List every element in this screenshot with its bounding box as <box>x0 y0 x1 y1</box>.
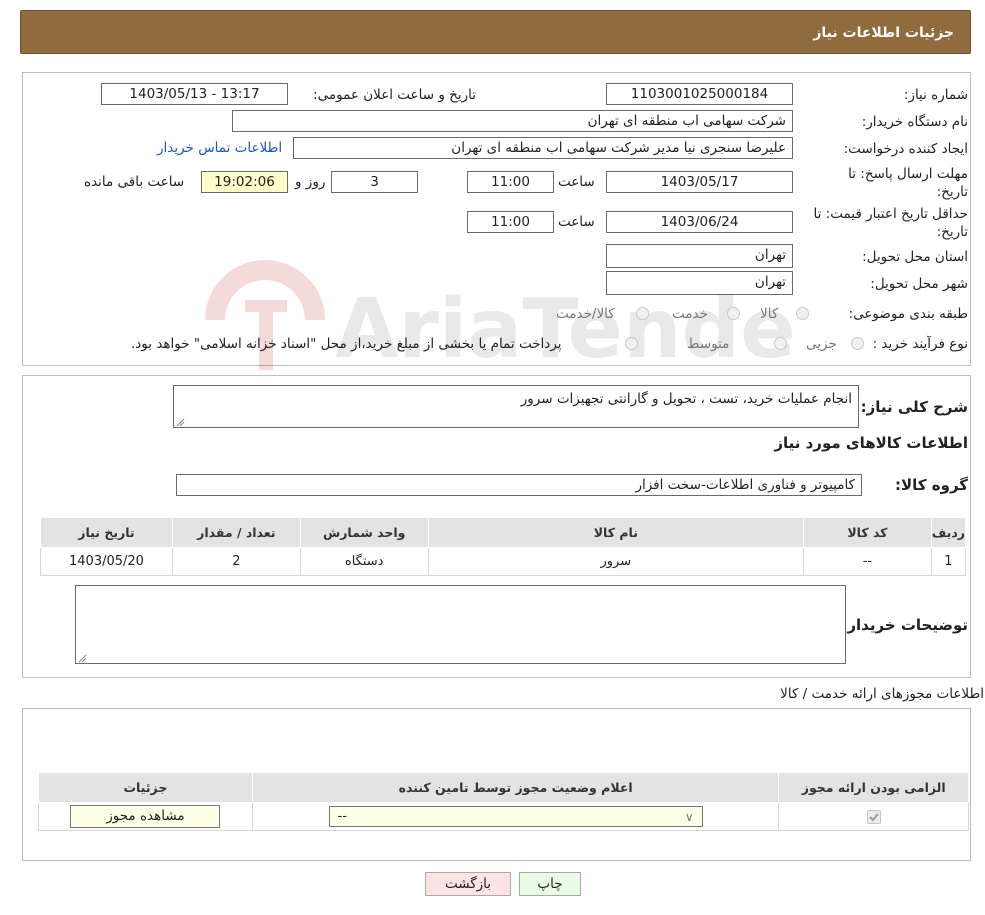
creator-label: ایجاد کننده درخواست: <box>843 141 968 157</box>
days-label: روز و <box>295 174 326 190</box>
deadline-time-label: ساعت <box>558 174 595 190</box>
treasury-note-radio[interactable] <box>625 337 638 350</box>
watermark-text: AriaTender.neT <box>335 282 795 377</box>
city-field: تهران <box>606 271 793 295</box>
validity-time-field: 11:00 <box>467 211 554 233</box>
announce-label: تاریخ و ساعت اعلان عمومی: <box>313 87 476 103</box>
purchase-small-label: جزیی <box>806 336 837 352</box>
col-goods-name: نام کالا <box>427 517 805 548</box>
province-label: استان محل تحویل: <box>862 249 968 265</box>
col-need-date: تاریخ نیاز <box>40 517 173 548</box>
back-button[interactable]: بازگشت <box>425 872 511 896</box>
permits-title: اطلاعات مجوزهای ارائه خدمت / کالا <box>780 686 984 702</box>
remaining-label: ساعت باقی مانده <box>84 174 185 190</box>
col-unit: واحد شمارش <box>299 517 429 548</box>
buyer-contact-link[interactable]: اطلاعات تماس خریدار <box>157 140 282 156</box>
category-label: طبقه بندی موضوعی: <box>848 306 968 322</box>
remaining-time-field: 19:02:06 <box>201 171 288 193</box>
creator-field: علیرضا سنجری نیا مدیر شرکت سهامی اب منطق… <box>293 137 793 159</box>
province-field: تهران <box>606 244 793 268</box>
buyer-notes-label: توضیحات خریدار: <box>841 616 968 634</box>
goods-table-header-row: ردیف کد کالا نام کالا واحد شمارش تعداد /… <box>40 517 967 548</box>
table-row: 1 -- سرور دستگاه 2 1403/05/20 <box>40 547 967 576</box>
buyer-notes-field[interactable] <box>75 585 846 664</box>
cell-permit-details: مشاهده مجوز <box>38 802 253 831</box>
validity-time-label: ساعت <box>558 214 595 230</box>
permits-table: الزامی بودن ارائه مجوز اعلام وضعیت مجوز … <box>38 772 969 831</box>
category-goods-label: کالا <box>760 306 779 322</box>
view-permit-button[interactable]: مشاهده مجوز <box>70 805 221 828</box>
cell-goods-code: -- <box>803 547 932 576</box>
need-number-field: 1103001025000184 <box>606 83 793 105</box>
col-permit-status: اعلام وضعیت مجوز توسط تامین کننده <box>251 772 780 803</box>
cell-permit-status: ∨ -- <box>251 802 780 831</box>
validity-label-2: تاریخ: <box>936 224 968 240</box>
category-goods-radio[interactable] <box>796 307 809 320</box>
purchase-medium-label: متوسط <box>687 336 730 352</box>
cell-quantity: 2 <box>171 547 301 576</box>
resize-grip-icon[interactable] <box>78 652 87 663</box>
days-field: 3 <box>331 171 418 193</box>
page-header: جزئیات اطلاعات نیاز <box>20 10 971 54</box>
goods-group-label: گروه کالا: <box>895 476 968 494</box>
cell-need-date: 1403/05/20 <box>40 547 173 576</box>
validity-date-field: 1403/06/24 <box>606 211 793 233</box>
cell-row-number: 1 <box>930 547 967 576</box>
col-goods-code: کد کالا <box>803 517 932 548</box>
goods-title: اطلاعات کالاهای مورد نیاز <box>774 434 968 452</box>
permits-table-header-row: الزامی بودن ارائه مجوز اعلام وضعیت مجوز … <box>38 772 969 803</box>
validity-label-1: حداقل تاریخ اعتبار قیمت: تا <box>813 206 968 222</box>
need-number-label: شماره نیاز: <box>903 87 968 103</box>
permit-status-chevron-down-icon: ∨ <box>684 809 694 824</box>
description-field[interactable]: انجام عملیات خرید، تست ، تحویل و گارانتی… <box>173 385 859 428</box>
cell-unit: دستگاه <box>299 547 429 576</box>
goods-table: ردیف کد کالا نام کالا واحد شمارش تعداد /… <box>40 517 967 576</box>
resize-grip-icon[interactable] <box>176 416 185 427</box>
category-both-radio[interactable] <box>636 307 649 320</box>
goods-group-field: کامپیوتر و فناوری اطلاعات-سخت افزار <box>176 474 862 496</box>
deadline-date-field: 1403/05/17 <box>606 171 793 193</box>
deadline-label-1: مهلت ارسال پاسخ: تا <box>848 166 968 182</box>
purchase-type-label: نوع فرآیند خرید : <box>872 336 968 352</box>
table-row: ∨ -- مشاهده مجوز <box>38 802 969 831</box>
category-both-label: کالا/خدمت <box>556 306 615 322</box>
check-icon <box>868 812 879 821</box>
permit-status-select[interactable]: ∨ -- <box>328 806 703 827</box>
permit-status-value: -- <box>337 809 348 824</box>
permit-required-checkbox[interactable] <box>866 809 881 824</box>
city-label: شهر محل تحویل: <box>870 276 968 292</box>
category-service-radio[interactable] <box>727 307 740 320</box>
purchase-small-radio[interactable] <box>851 337 864 350</box>
cell-goods-name: سرور <box>427 547 805 576</box>
col-permit-details: جزئیات <box>38 772 253 803</box>
deadline-label-2: تاریخ: <box>936 184 968 200</box>
announce-field: 1403/05/13 - 13:17 <box>101 83 288 105</box>
buyer-label: نام دستگاه خریدار: <box>861 114 968 130</box>
col-permit-required: الزامی بودن ارائه مجوز <box>778 772 969 803</box>
col-quantity: تعداد / مقدار <box>171 517 301 548</box>
deadline-time-field: 11:00 <box>467 171 554 193</box>
print-button[interactable]: چاپ <box>519 872 581 896</box>
purchase-note: پرداخت تمام یا بخشی از مبلغ خرید،از محل … <box>131 336 562 352</box>
category-service-label: خدمت <box>672 306 708 322</box>
col-row-number: ردیف <box>930 517 967 548</box>
purchase-medium-radio[interactable] <box>774 337 787 350</box>
page-title: جزئیات اطلاعات نیاز <box>813 25 954 41</box>
buyer-field: شرکت سهامی اب منطقه ای تهران <box>232 110 793 132</box>
cell-permit-required <box>778 802 969 831</box>
description-label: شرح کلی نیاز: <box>860 398 968 416</box>
